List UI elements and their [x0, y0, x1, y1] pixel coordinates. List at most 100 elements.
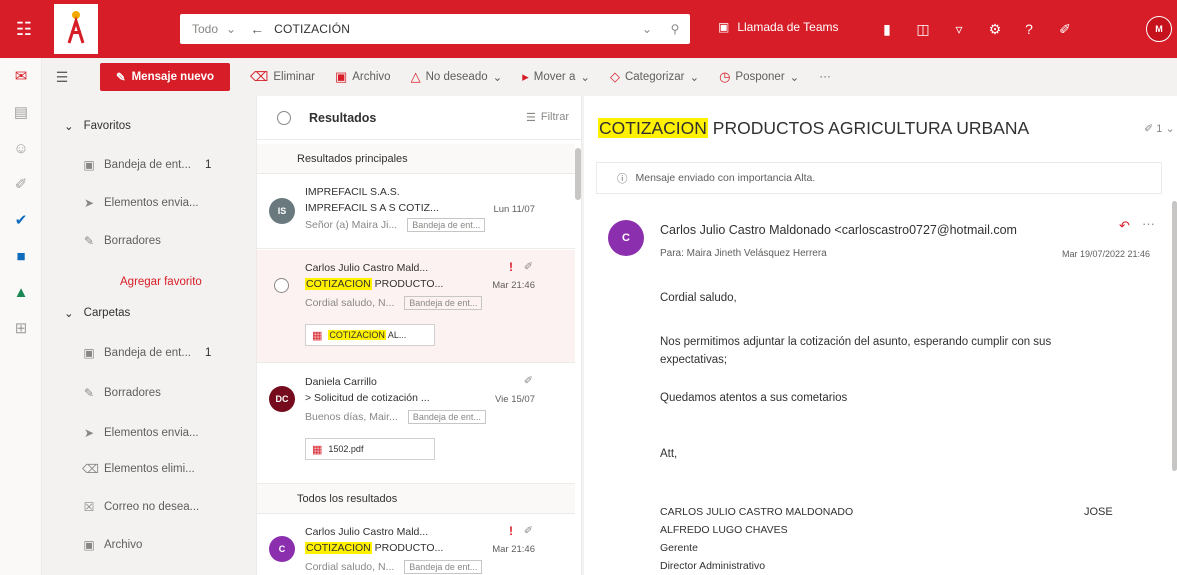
sidebar-item-sent[interactable]: ➤ Elementos envia... — [82, 426, 199, 440]
snooze-label: Posponer — [735, 71, 785, 83]
move-button[interactable]: ▸ Mover a ⌄ — [522, 69, 590, 85]
bell-icon[interactable]: ▿ — [946, 16, 972, 42]
paperclip-icon[interactable]: ✐ — [0, 166, 42, 202]
list-item[interactable]: C Carlos Julio Castro Mald... ! ✐ COTIZA… — [257, 514, 575, 575]
compose-icon: ✎ — [115, 72, 126, 84]
highlight: COTIZACION — [598, 118, 708, 138]
signature-line: CARLOS JULIO CASTRO MALDONADO — [660, 506, 854, 518]
chevron-down-icon[interactable]: ⌄ — [642, 22, 652, 36]
sidebar-item-junk[interactable]: ☒ Correo no desea... — [82, 500, 200, 514]
body-line: Cordial saludo, — [660, 292, 737, 304]
new-message-button[interactable]: ✎ Mensaje nuevo — [100, 63, 230, 91]
item-sender: IMPREFACIL S.A.S. — [305, 186, 400, 198]
people-icon[interactable]: ☺ — [0, 130, 42, 166]
myday-icon[interactable]: ◫ — [910, 16, 936, 42]
search-input[interactable]: COTIZACIÓN — [274, 22, 642, 36]
item-subject: > Solicitud de cotización ... — [305, 392, 430, 404]
junk-button[interactable]: △ No deseado ⌄ — [411, 69, 503, 85]
message-date: Mar 19/07/2022 21:46 — [1062, 249, 1151, 259]
tag-icon: ◇ — [609, 69, 620, 84]
avatar[interactable]: C — [608, 220, 644, 256]
sender-address[interactable]: Carlos Julio Castro Maldonado <carloscas… — [660, 223, 1017, 237]
signature-line: Gerente — [660, 542, 698, 554]
list-item[interactable]: IS IMPREFACIL S.A.S. IMPREFACIL S A S CO… — [257, 174, 575, 249]
section-header-all: Todos los resultados — [257, 484, 575, 514]
attachment-chip[interactable]: ▦ COTIZACION AL... — [305, 324, 435, 346]
send-icon: ➤ — [83, 426, 95, 440]
clock-icon: ◷ — [719, 69, 731, 84]
folder-label: Borradores — [104, 235, 161, 247]
avatar[interactable]: M — [1146, 16, 1172, 42]
search-box[interactable]: Todo ⌄ ← COTIZACIÓN ⌄ ⚲ — [180, 14, 690, 44]
highlight: COTIZACION — [328, 330, 386, 340]
teams-icon[interactable]: ■ — [0, 238, 42, 274]
teams-call-button[interactable]: ▣ Llamada de Teams — [718, 20, 839, 34]
select-all-checkbox[interactable] — [277, 110, 291, 125]
mail-icon[interactable]: ✉ — [0, 58, 42, 94]
app-launcher-icon[interactable]: ☷ — [0, 0, 48, 58]
search-icon[interactable]: ⚲ — [660, 14, 690, 44]
categorize-button[interactable]: ◇ Categorizar ⌄ — [610, 69, 699, 85]
folders-header[interactable]: ⌄ Carpetas — [64, 306, 130, 320]
highlight: COTIZACION — [305, 278, 372, 290]
scrollbar[interactable] — [575, 148, 581, 200]
favorites-header[interactable]: ⌄ Favoritos — [64, 119, 131, 133]
list-header: Resultados ☰ Filtrar — [257, 96, 581, 140]
pencil-icon: ✎ — [83, 386, 95, 400]
back-arrow-icon[interactable]: ← — [250, 21, 264, 37]
hamburger-icon[interactable]: ☰ — [42, 69, 82, 86]
chevron-down-icon[interactable]: ⌄ — [226, 22, 236, 36]
paperclip-icon: ✐ — [1144, 123, 1154, 135]
pencil-icon: ✎ — [83, 234, 95, 248]
list-item[interactable]: DC Daniela Carrillo ✐ > Solicitud de cot… — [257, 364, 575, 484]
sidebar-item-drafts-fav[interactable]: ✎ Borradores — [82, 234, 161, 248]
snooze-button[interactable]: ◷ Posponer ⌄ — [719, 69, 799, 85]
more-icon[interactable]: ··· — [1142, 216, 1155, 231]
checkmark-icon[interactable]: ✔ — [0, 202, 42, 238]
help-icon[interactable]: ? — [1016, 16, 1042, 42]
search-scope[interactable]: Todo — [180, 22, 226, 36]
bookings-icon[interactable]: ▲ — [0, 274, 42, 310]
more-actions-button[interactable]: ··· — [819, 71, 831, 83]
unread-count: 1 — [204, 159, 212, 171]
sidebar-item-sent-fav[interactable]: ➤ Elementos envia... — [82, 196, 199, 210]
paperclip-icon: ✐ — [523, 261, 533, 273]
select-radio[interactable] — [274, 278, 289, 293]
info-icon: ⓘ — [617, 172, 628, 185]
thread-count[interactable]: ✐ 1 ⌄ — [1144, 122, 1175, 135]
attachment-chip[interactable]: ▦ 1502.pdf — [305, 438, 435, 460]
avatar: C — [269, 536, 295, 562]
add-favorite-link[interactable]: Agregar favorito — [120, 276, 202, 288]
folder-pill: Bandeja de ent... — [404, 560, 483, 574]
sidebar-item-inbox-fav[interactable]: ▣ Bandeja de ent... 1 — [82, 158, 211, 172]
archive-button[interactable]: ▣ Archivo — [335, 69, 391, 85]
item-date: Mar 21:46 — [492, 544, 535, 555]
reading-pane: COTIZACION PRODUCTOS AGRICULTURA URBANA … — [584, 96, 1177, 575]
org-logo — [54, 4, 98, 54]
subject-rest: PRODUCTO... — [371, 278, 444, 290]
sidebar-item-inbox[interactable]: ▣ Bandeja de ent... 1 — [82, 346, 211, 360]
gear-icon[interactable]: ⚙ — [982, 16, 1008, 42]
sidebar-item-drafts[interactable]: ✎ Borradores — [82, 386, 161, 400]
delete-button[interactable]: ⌫ Eliminar — [250, 69, 315, 85]
onenote-icon[interactable]: ▮ — [874, 16, 900, 42]
folder-label: Elementos envia... — [104, 197, 199, 209]
apps-grid-icon[interactable]: ⊞ — [0, 310, 42, 346]
reply-icon[interactable]: ↶ — [1119, 218, 1130, 234]
attachment-name: 1502.pdf — [328, 444, 364, 454]
categorize-label: Categorizar — [624, 71, 685, 83]
calendar-icon[interactable]: ▤ — [0, 94, 42, 130]
folder-pill: Bandeja de ent... — [407, 410, 486, 424]
importance-text: Mensaje enviado con importancia Alta. — [635, 172, 816, 184]
sidebar-item-archive[interactable]: ▣ Archivo — [82, 538, 142, 552]
sidebar-item-deleted[interactable]: ⌫ Elementos elimi... — [82, 462, 195, 476]
list-item-selected[interactable]: Carlos Julio Castro Mald... ! ✐ COTIZACI… — [257, 250, 575, 363]
filter-button[interactable]: ☰ Filtrar — [526, 111, 569, 124]
item-sender: Carlos Julio Castro Mald... — [305, 262, 429, 274]
folder-move-icon: ▸ — [522, 69, 529, 84]
folder-pill: Bandeja de ent... — [404, 296, 483, 310]
pdf-file-icon: ▦ — [312, 443, 323, 456]
feedback-icon[interactable]: ✐ — [1052, 16, 1078, 42]
folder-label: Bandeja de ent... — [104, 347, 191, 359]
scrollbar[interactable] — [1172, 201, 1177, 471]
